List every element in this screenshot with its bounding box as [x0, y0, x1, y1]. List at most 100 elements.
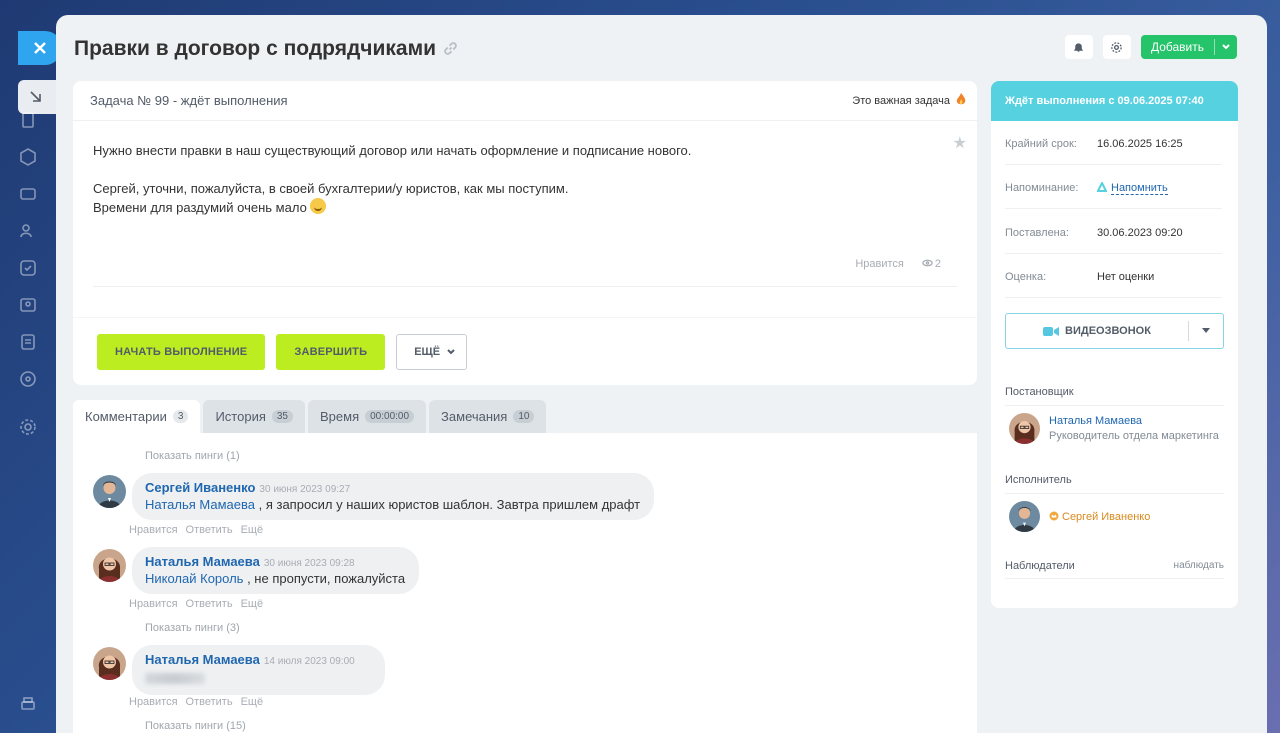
chevron-down-icon	[1222, 44, 1230, 50]
avatar[interactable]	[1009, 501, 1040, 532]
watchers-title: Наблюдатели	[1005, 560, 1075, 572]
rating-value[interactable]: Нет оценки	[1097, 271, 1154, 283]
more-button-label: ЕЩЁ	[414, 346, 441, 358]
watch-link[interactable]: наблюдать	[1174, 560, 1224, 572]
caret-down-icon	[1202, 328, 1210, 333]
creator-position: Руководитель отдела маркетинга	[1049, 430, 1219, 442]
creator-person[interactable]: Наталья Мамаева Руководитель отдела марк…	[1009, 413, 1219, 444]
show-pings-link[interactable]: Показать пинги (1)	[145, 450, 240, 462]
card-icon[interactable]	[18, 184, 38, 204]
reminder-link[interactable]: Напомнить	[1111, 182, 1168, 195]
avatar[interactable]	[93, 475, 126, 508]
created-row: Поставлена: 30.06.2023 09:20	[1005, 227, 1222, 254]
gear-icon	[1111, 41, 1123, 53]
top-actions: Добавить	[1064, 35, 1237, 59]
eye-icon	[922, 258, 933, 270]
status-header: Ждёт выполнения с 09.06.2025 07:40	[991, 81, 1238, 121]
complete-task-button[interactable]: ЗАВЕРШИТЬ	[276, 334, 386, 370]
assignee-person[interactable]: Сергей Иваненко	[1009, 501, 1150, 532]
contact-card-icon[interactable]	[18, 295, 38, 315]
comment-actions: Нравится Ответить Ещё	[129, 598, 263, 610]
more-button[interactable]: ЕЩЁ	[396, 334, 468, 370]
important-toggle[interactable]: Это важная задача	[852, 92, 967, 109]
tasks-icon[interactable]	[18, 258, 38, 278]
description-text: Времени для раздумий очень мало	[93, 200, 307, 215]
comment-reply-link[interactable]: Ответить	[186, 524, 233, 536]
description-paragraph: Нужно внести правки в наш существующий д…	[93, 143, 692, 158]
document-icon[interactable]	[18, 110, 38, 130]
comment-author[interactable]: Наталья Мамаева	[145, 554, 260, 569]
bell-icon	[1074, 42, 1084, 52]
reminder-label: Напоминание:	[1005, 182, 1079, 194]
hexagon-icon[interactable]	[18, 147, 38, 167]
settings-icon[interactable]	[18, 417, 38, 437]
creator-name[interactable]: Наталья Мамаева	[1049, 415, 1219, 427]
comment-like-link[interactable]: Нравится	[129, 598, 178, 610]
comment-bubble: Наталья Мамаева 14 июля 2023 09:00	[132, 645, 385, 695]
rating-label: Оценка:	[1005, 271, 1047, 283]
comment-author[interactable]: Наталья Мамаева	[145, 652, 260, 667]
comment-more-link[interactable]: Ещё	[241, 524, 264, 536]
comment-reply-link[interactable]: Ответить	[186, 598, 233, 610]
video-call-button[interactable]: ВИДЕОЗВОНОК	[1005, 313, 1224, 349]
tab-time[interactable]: Время 00:00:00	[308, 400, 427, 433]
printer-icon[interactable]	[18, 695, 38, 715]
deadline-label: Крайний срок:	[1005, 138, 1077, 150]
avatar[interactable]	[1009, 413, 1040, 444]
comment-like-link[interactable]: Нравится	[129, 524, 178, 536]
tab-history[interactable]: История 35	[203, 400, 305, 433]
tab-remarks[interactable]: Замечания 10	[429, 400, 547, 433]
show-pings-link[interactable]: Показать пинги (3)	[145, 622, 240, 634]
favorite-star-icon[interactable]: ★	[953, 133, 967, 153]
video-call-main[interactable]: ВИДЕОЗВОНОК	[1006, 325, 1188, 337]
reminder-link-wrap[interactable]: Напомнить	[1096, 180, 1168, 195]
deadline-row: Крайний срок: 16.06.2025 16:25	[1005, 138, 1222, 165]
start-task-button[interactable]: НАЧАТЬ ВЫПОЛНЕНИЕ	[97, 334, 266, 370]
settings-button[interactable]	[1102, 35, 1131, 59]
comment-mention[interactable]: Наталья Мамаева	[145, 497, 255, 512]
video-camera-icon	[1043, 326, 1060, 336]
task-status-line: Задача № 99 - ждёт выполнения	[90, 93, 288, 108]
like-link[interactable]: Нравится	[855, 258, 904, 270]
task-header: Задача № 99 - ждёт выполнения Это важная…	[73, 81, 977, 121]
comments-list: Показать пинги (1) Сергей Иваненко 30 июн…	[73, 433, 977, 733]
tab-comments[interactable]: Комментарии 3	[73, 400, 201, 433]
tab-count: 10	[513, 410, 535, 423]
avatar[interactable]	[93, 647, 126, 680]
task-panel: Правки в договор с подрядчиками Добавить…	[56, 15, 1267, 733]
add-dropdown-toggle[interactable]	[1215, 42, 1237, 52]
download-icon[interactable]	[26, 87, 46, 107]
notes-icon[interactable]	[18, 332, 38, 352]
created-label: Поставлена:	[1005, 227, 1069, 239]
comment-reply-link[interactable]: Ответить	[186, 696, 233, 708]
task-title: Правки в договор с подрядчиками	[74, 37, 437, 60]
comment-bubble: Сергей Иваненко 30 июня 2023 09:27 Наталь…	[132, 473, 655, 520]
chevron-down-icon	[447, 349, 455, 355]
tab-label: История	[215, 409, 266, 424]
comment-more-link[interactable]: Ещё	[241, 598, 264, 610]
comment-mention[interactable]: Николай Король	[145, 571, 243, 586]
assignee-name-wrap[interactable]: Сергей Иваненко	[1049, 511, 1150, 523]
users-icon[interactable]	[18, 221, 38, 241]
link-icon[interactable]	[444, 37, 457, 61]
comment-more-link[interactable]: Ещё	[241, 696, 264, 708]
divider	[93, 286, 957, 287]
video-call-dropdown[interactable]	[1189, 328, 1223, 334]
description-paragraph: Времени для раздумий очень мало	[93, 198, 691, 217]
add-button[interactable]: Добавить	[1140, 35, 1237, 59]
notification-button[interactable]	[1064, 35, 1093, 59]
comment-actions: Нравится Ответить Ещё	[129, 696, 263, 708]
comment-text: Наталья Мамаева , я запросил у наших юри…	[145, 497, 640, 512]
comment-like-link[interactable]: Нравится	[129, 696, 178, 708]
task-reactions: Нравится 2	[855, 258, 941, 270]
avatar[interactable]	[93, 549, 126, 582]
circle-icon[interactable]	[18, 369, 38, 389]
tab-count: 35	[271, 410, 293, 423]
show-pings-link[interactable]: Показать пинги (15)	[145, 720, 246, 732]
deadline-value[interactable]: 16.06.2025 16:25	[1097, 138, 1183, 150]
creator-info: Наталья Мамаева Руководитель отдела марк…	[1049, 415, 1219, 442]
views-counter: 2	[922, 258, 941, 270]
comment-author[interactable]: Сергей Иваненко	[145, 480, 255, 495]
description-paragraph: Сергей, уточни, пожалуйста, в своей бухг…	[93, 181, 569, 196]
assignee-name[interactable]: Сергей Иваненко	[1062, 511, 1150, 523]
